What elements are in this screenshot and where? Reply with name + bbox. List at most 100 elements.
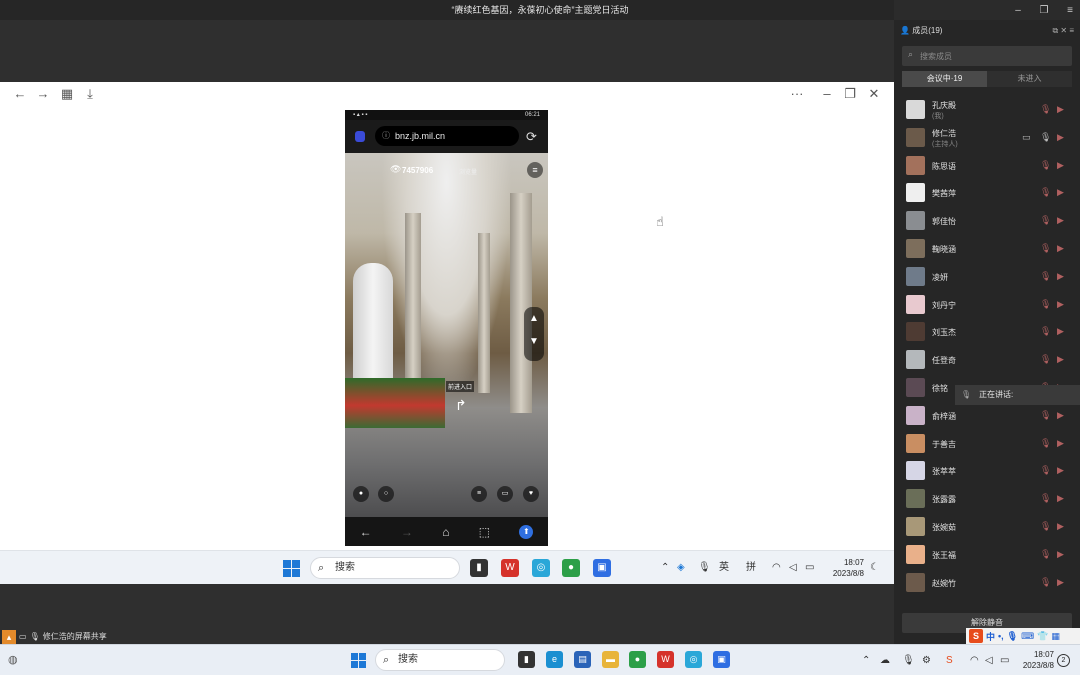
camera-off-icon[interactable]: ▶ (1057, 132, 1064, 143)
close-icon[interactable]: ✕ (866, 86, 882, 102)
tray-app-icon[interactable]: ◈ (677, 551, 685, 585)
restore-icon[interactable]: ❐ (1038, 5, 1050, 16)
cloud-icon[interactable]: ☁ (880, 645, 890, 675)
wechat-icon[interactable]: ● (629, 651, 646, 668)
microphone-icon[interactable]: 🎙 (1007, 631, 1018, 642)
wifi-icon[interactable]: ◠ (970, 645, 979, 675)
member-row[interactable]: 樊茜萍 🎙 ▶ (894, 179, 1080, 207)
member-row[interactable]: 刘玉杰 🎙 ▶ (894, 318, 1080, 346)
reload-icon[interactable]: ⟳ (526, 129, 537, 145)
camera-off-icon[interactable]: ▶ (1057, 160, 1064, 171)
mic-muted-icon[interactable]: 🎙 (1040, 410, 1051, 421)
folder-icon[interactable]: ▬ (602, 651, 619, 668)
member-row[interactable]: 郭佳怡 🎙 ▶ (894, 207, 1080, 235)
ui-button-icon[interactable]: ▭ (497, 486, 513, 502)
heart-icon[interactable]: ♥ (523, 486, 539, 502)
member-row[interactable]: 张萃萃 🎙 ▶ (894, 457, 1080, 485)
mic-muted-icon[interactable]: 🎙 (1040, 299, 1051, 310)
store-icon[interactable]: ▤ (574, 651, 591, 668)
restore-icon[interactable]: ❐ (842, 86, 858, 102)
windows-start-icon[interactable] (283, 560, 300, 577)
member-row[interactable]: 张露露 🎙 ▶ (894, 485, 1080, 513)
remote-clock[interactable]: 18:07 2023/8/8 (826, 557, 864, 579)
wps-icon[interactable]: W (657, 651, 674, 668)
camera-off-icon[interactable]: ▶ (1057, 215, 1064, 226)
mic-muted-icon[interactable]: 🎙 (1040, 465, 1051, 476)
local-clock[interactable]: 18:07 2023/8/8 (1018, 649, 1054, 671)
member-row[interactable]: 刘丹宁 🎙 ▶ (894, 291, 1080, 319)
down-arrow-icon[interactable]: ▼ (524, 336, 544, 347)
mic-muted-icon[interactable]: 🎙 (1040, 271, 1051, 282)
hamburger-icon[interactable]: ≡ (527, 162, 543, 178)
popout-icon[interactable]: ⧉ (1052, 26, 1058, 35)
wps-icon[interactable]: W (501, 559, 519, 577)
member-row[interactable]: 孔庆殿 (我) 🎙 ▶ (894, 96, 1080, 124)
camera-off-icon[interactable]: ▶ (1057, 271, 1064, 282)
member-row[interactable]: 任登奇 🎙 ▶ (894, 346, 1080, 374)
camera-off-icon[interactable]: ▶ (1057, 549, 1064, 560)
more-icon[interactable]: ··· (789, 86, 805, 102)
microphone-icon[interactable]: 🎙 (902, 645, 915, 675)
save-icon[interactable]: ⤓ (82, 86, 98, 102)
ui-button-icon[interactable]: ≡ (471, 486, 487, 502)
keyboard-icon[interactable]: ⌨ (1021, 631, 1034, 642)
toolbox-icon[interactable]: ▦ (1051, 631, 1060, 642)
mic-muted-icon[interactable]: 🎙 (1040, 438, 1051, 449)
wifi-icon[interactable]: ◠ (772, 551, 781, 585)
mic-muted-icon[interactable]: 🎙 (1040, 521, 1051, 532)
move-controls[interactable]: ▲ ▼ (524, 307, 544, 361)
camera-off-icon[interactable]: ▶ (1057, 326, 1064, 337)
chevron-up-icon[interactable]: ⌃ (661, 551, 669, 585)
task-view-icon[interactable]: ▮ (518, 651, 535, 668)
menu-icon[interactable]: ≡ (1069, 26, 1074, 35)
camera-off-icon[interactable]: ▶ (1057, 187, 1064, 198)
ui-button-icon[interactable]: ● (353, 486, 369, 502)
moon-icon[interactable]: ☾ (870, 551, 879, 585)
mic-muted-icon[interactable]: 🎙 (1040, 215, 1051, 226)
mic-muted-icon[interactable]: 🎙 (1040, 160, 1051, 171)
meeting-app-icon[interactable]: ◎ (685, 651, 702, 668)
upload-icon[interactable]: ⬆ (519, 524, 534, 539)
microphone-icon[interactable]: 🎙 (698, 551, 711, 585)
member-row[interactable]: 陈思语 🎙 ▶ (894, 152, 1080, 180)
member-row[interactable]: 赵婉竹 🎙 ▶ (894, 569, 1080, 597)
sogou-icon[interactable]: S (946, 645, 953, 675)
widgets-icon[interactable]: ◍ (8, 653, 18, 666)
mic-muted-icon[interactable]: 🎙 (1040, 104, 1051, 115)
mic-muted-icon[interactable]: 🎙 (1040, 493, 1051, 504)
camera-off-icon[interactable]: ▶ (1057, 243, 1064, 254)
camera-off-icon[interactable]: ▶ (1057, 410, 1064, 421)
battery-icon[interactable]: ▭ (1000, 645, 1009, 675)
camera-off-icon[interactable]: ▶ (1057, 438, 1064, 449)
member-row[interactable]: 张婉茹 🎙 ▶ (894, 513, 1080, 541)
punctuation-icon[interactable]: •, (998, 631, 1004, 641)
remote-app-icon[interactable]: ▣ (713, 651, 730, 668)
forward-icon[interactable]: → (401, 525, 413, 539)
camera-off-icon[interactable]: ▶ (1057, 104, 1064, 115)
remote-app-icon[interactable]: ▣ (593, 559, 611, 577)
tabs-icon[interactable]: ⬚ (479, 525, 490, 539)
volume-icon[interactable]: ◁ (985, 645, 993, 675)
skin-icon[interactable]: 👕 (1037, 631, 1048, 642)
windows-start-icon[interactable] (351, 653, 366, 668)
chevron-up-icon[interactable]: ⌃ (862, 645, 870, 675)
notification-badge[interactable]: 2 (1057, 654, 1070, 667)
mic-muted-icon[interactable]: 🎙 (1040, 326, 1051, 337)
camera-off-icon[interactable]: ▶ (1057, 493, 1064, 504)
mic-muted-icon[interactable]: 🎙 (1040, 132, 1051, 143)
member-row[interactable]: 鞠晓涵 🎙 ▶ (894, 235, 1080, 263)
back-arrow-icon[interactable]: ← (12, 86, 28, 102)
ime-lang-toggle[interactable]: 中 (986, 630, 995, 643)
camera-off-icon[interactable]: ▶ (1057, 521, 1064, 532)
volume-icon[interactable]: ◁ (789, 551, 797, 585)
mic-muted-icon[interactable]: 🎙 (1040, 577, 1051, 588)
settings-icon[interactable]: ⚙ (922, 645, 931, 675)
ui-button-icon[interactable]: ○ (378, 486, 394, 502)
mic-muted-icon[interactable]: 🎙 (1040, 187, 1051, 198)
minimize-icon[interactable]: – (1012, 5, 1024, 16)
member-row[interactable]: 俞梓涵 🎙 ▶ (894, 402, 1080, 430)
battery-icon[interactable]: ▭ (805, 551, 814, 585)
tab-not-joined[interactable]: 未进入 (987, 71, 1072, 87)
camera-off-icon[interactable]: ▶ (1057, 354, 1064, 365)
mic-muted-icon[interactable]: 🎙 (1040, 354, 1051, 365)
